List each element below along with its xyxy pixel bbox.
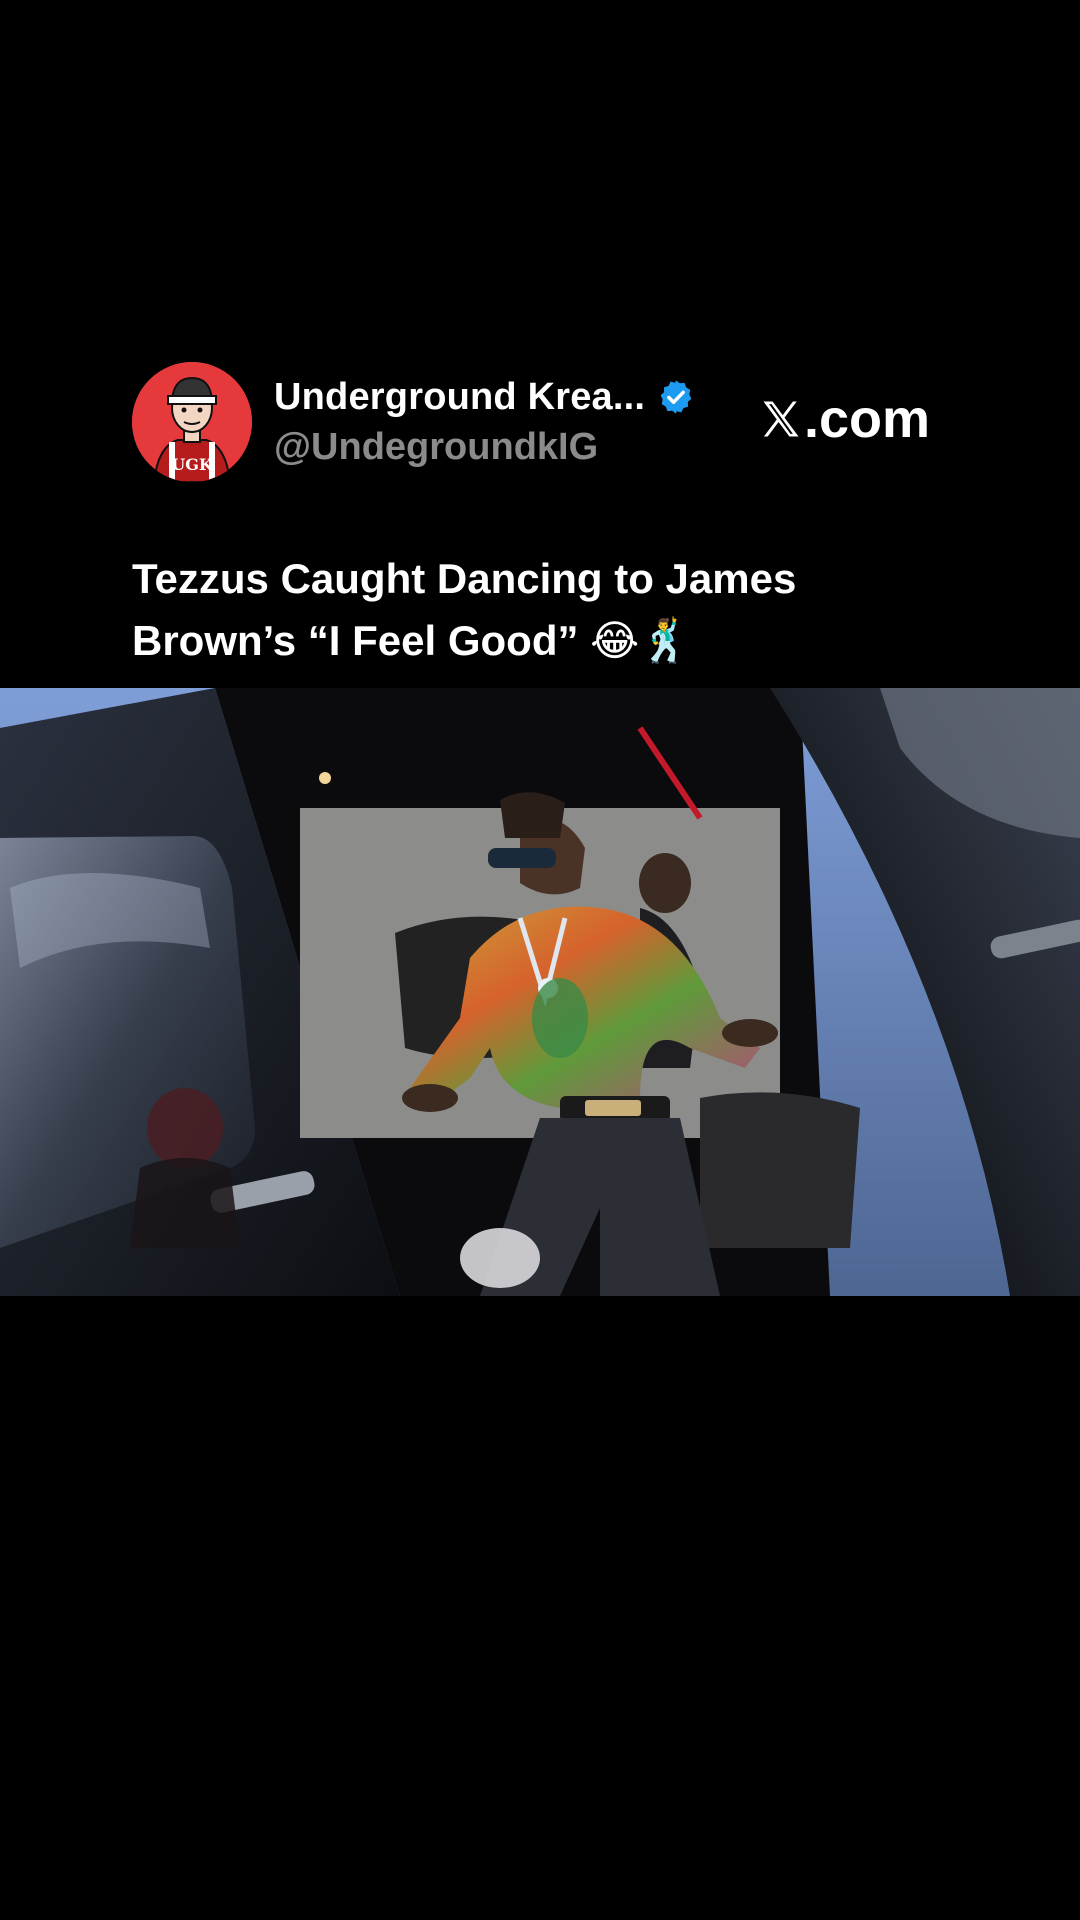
post-header: UGK Underground Krea... @UndegroundkIG .… — [132, 362, 952, 484]
video-player[interactable] — [0, 688, 1080, 1296]
verified-badge-icon — [660, 380, 692, 414]
avatar[interactable]: UGK — [132, 362, 252, 482]
author-names: Underground Krea... @UndegroundkIG — [274, 372, 754, 469]
brand-domain: .com — [804, 389, 931, 449]
handle[interactable]: @UndegroundkIG — [274, 426, 754, 469]
x-brand: .com — [760, 388, 930, 450]
avatar-illustration: UGK — [132, 362, 252, 482]
x-logo-icon — [763, 401, 799, 437]
post-caption: Tezzus Caught Dancing to James Brown’s “… — [132, 555, 797, 664]
display-name[interactable]: Underground Krea... — [274, 376, 645, 419]
avatar-jersey-text: UGK — [171, 455, 214, 474]
video-frame — [0, 688, 1080, 1296]
